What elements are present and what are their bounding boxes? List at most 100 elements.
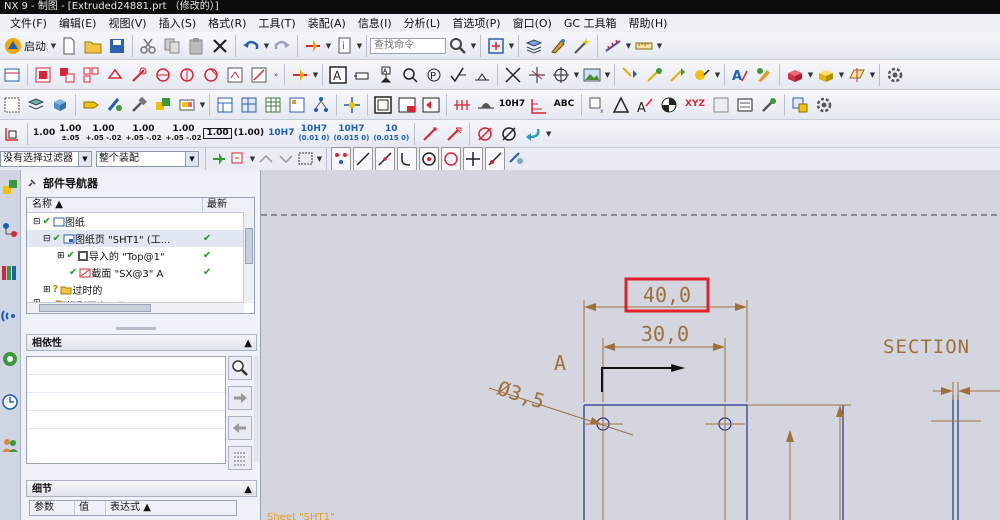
copy-button[interactable]	[161, 35, 183, 57]
style-button[interactable]	[753, 64, 775, 86]
drawing-view-button[interactable]	[80, 64, 102, 86]
select-dropdown-icon[interactable]: ▼	[325, 42, 332, 50]
layer-button[interactable]	[523, 35, 545, 57]
tree-horizontal-scrollbar[interactable]	[27, 302, 244, 313]
collapse-icon[interactable]: ⊟	[43, 234, 51, 244]
parts-list-button[interactable]	[643, 64, 665, 86]
snap-curve-button[interactable]	[397, 147, 417, 171]
text-style-button[interactable]: A	[729, 64, 751, 86]
balloon-button[interactable]	[667, 64, 689, 86]
base-view-button[interactable]	[32, 64, 54, 86]
info-dropdown-icon[interactable]: ▼	[356, 42, 363, 50]
command-search-button[interactable]	[447, 35, 469, 57]
brush-button[interactable]	[758, 94, 780, 116]
command-search-input[interactable]	[370, 37, 446, 54]
menu-preferences[interactable]: 首选项(P)	[446, 15, 506, 31]
detail-view-button[interactable]	[104, 64, 126, 86]
data-table-button[interactable]	[286, 94, 308, 116]
pin-icon[interactable]	[27, 178, 37, 188]
snap-dropdown-icon[interactable]: ▼	[249, 155, 256, 163]
feature-control-button[interactable]	[351, 64, 373, 86]
auto-balloon-button[interactable]	[691, 64, 713, 86]
tol-btn-0[interactable]: 1.00	[31, 129, 57, 138]
view-alignment-button[interactable]	[248, 64, 270, 86]
balloon-dropdown-icon[interactable]: ▼	[714, 71, 721, 79]
drawing-svg[interactable]: 40,0 30,0 Ø3,5 A SECTION Sheet "SHT1"	[261, 170, 1000, 520]
redo-button[interactable]	[271, 35, 293, 57]
snap-quadrant-button[interactable]	[441, 147, 461, 171]
collapse-up-icon[interactable]: ▲	[244, 481, 252, 498]
view-boundary-button[interactable]	[224, 64, 246, 86]
drawing-table-button[interactable]	[238, 94, 260, 116]
customize-button[interactable]	[789, 94, 811, 116]
paste-button[interactable]	[185, 35, 207, 57]
diameter-sym2-button[interactable]	[498, 123, 520, 145]
leader-button[interactable]: A	[634, 94, 656, 116]
hole-callout-button[interactable]	[475, 94, 497, 116]
undo-dropdown-icon[interactable]: ▼	[263, 42, 270, 50]
dependency-panel-title[interactable]: 相依性 ▲	[26, 334, 257, 351]
tolerance-x-button[interactable]: x	[586, 94, 608, 116]
snap-midline-button[interactable]	[375, 147, 395, 171]
menu-information[interactable]: 信息(I)	[352, 15, 398, 31]
section-line-button[interactable]	[128, 64, 150, 86]
dimension-dropdown-icon[interactable]: ▼	[312, 71, 319, 79]
fit-view-dropdown-icon[interactable]: ▼	[508, 42, 515, 50]
column-name[interactable]: 名称 ▲	[27, 198, 202, 212]
snap-intersection-button[interactable]	[463, 147, 483, 171]
open-file-button[interactable]	[82, 35, 104, 57]
tree-row[interactable]: ⊞ ✔ 导入的 "Top@1" ✔	[27, 247, 254, 264]
dim-text-button[interactable]: ABC	[551, 94, 577, 116]
hammer-tool-button[interactable]	[128, 94, 150, 116]
new-file-button[interactable]	[58, 35, 80, 57]
ruler-dropdown-icon[interactable]: ▼	[656, 42, 663, 50]
expand-icon[interactable]: ⊞	[57, 251, 65, 261]
details-panel-title[interactable]: 细节 ▲	[26, 480, 257, 497]
break-view-button[interactable]	[152, 64, 174, 86]
tree-row[interactable]: ⊞ ? 过时的	[27, 281, 254, 298]
datum-dropdown-icon[interactable]: ▼	[869, 71, 876, 79]
menu-assembly[interactable]: 装配(A)	[302, 15, 352, 31]
tol-btn-5[interactable]: 1.00	[203, 128, 232, 139]
measure-button[interactable]	[602, 35, 624, 57]
undo-button[interactable]	[240, 35, 262, 57]
chain-dim-button[interactable]	[451, 94, 473, 116]
collapse-up-icon[interactable]: ▲	[244, 335, 252, 352]
model-view-button[interactable]	[784, 64, 806, 86]
tol-btn-2[interactable]: 1.00 +.05 -.02	[83, 124, 123, 143]
snap-endpoints-button[interactable]	[331, 147, 351, 171]
delete-button[interactable]	[209, 35, 231, 57]
revolved-section-button[interactable]	[176, 64, 198, 86]
edit-object-button[interactable]	[547, 35, 569, 57]
tol-btn-8[interactable]: 10H7 (0.01 0)	[296, 124, 331, 143]
half-section-button[interactable]	[200, 64, 222, 86]
assembly-view-button[interactable]	[176, 94, 198, 116]
center-mark-button[interactable]	[550, 64, 572, 86]
drawing-template-button[interactable]	[214, 94, 236, 116]
snap-line-button[interactable]	[353, 147, 373, 171]
roles-tab-icon[interactable]	[1, 436, 19, 454]
tag-button[interactable]	[80, 94, 102, 116]
weld-symbol-button[interactable]	[471, 64, 493, 86]
menu-help[interactable]: 帮助(H)	[623, 15, 674, 31]
dimension-tool-button[interactable]	[289, 64, 311, 86]
menu-view[interactable]: 视图(V)	[102, 15, 152, 31]
column-latest[interactable]: 最新	[202, 198, 227, 212]
details-column-param[interactable]: 参数	[30, 501, 75, 515]
projected-view-button[interactable]	[56, 64, 78, 86]
history-tab-icon[interactable]	[1, 393, 19, 411]
layer-settings-button[interactable]	[25, 94, 47, 116]
tol-btn-6[interactable]: (1.00)	[232, 129, 266, 138]
constraint-navigator-tab-icon[interactable]	[1, 221, 19, 239]
select-rect-dropdown-icon[interactable]: ▼	[316, 155, 323, 163]
note-button[interactable]: A	[327, 64, 349, 86]
note-sheet-button[interactable]	[734, 94, 756, 116]
tol-btn-4[interactable]: 1.00 +.05 -.02	[163, 124, 203, 143]
centerline-cross-button[interactable]	[502, 64, 524, 86]
target-point-button[interactable]	[658, 94, 680, 116]
start-dropdown-icon[interactable]: ▼	[50, 42, 57, 50]
drafting-tool-1-button[interactable]	[1, 94, 23, 116]
search-dropdown-icon[interactable]: ▼	[470, 42, 477, 50]
border-button[interactable]	[372, 94, 394, 116]
center-mark-dropdown-icon[interactable]: ▼	[573, 71, 580, 79]
